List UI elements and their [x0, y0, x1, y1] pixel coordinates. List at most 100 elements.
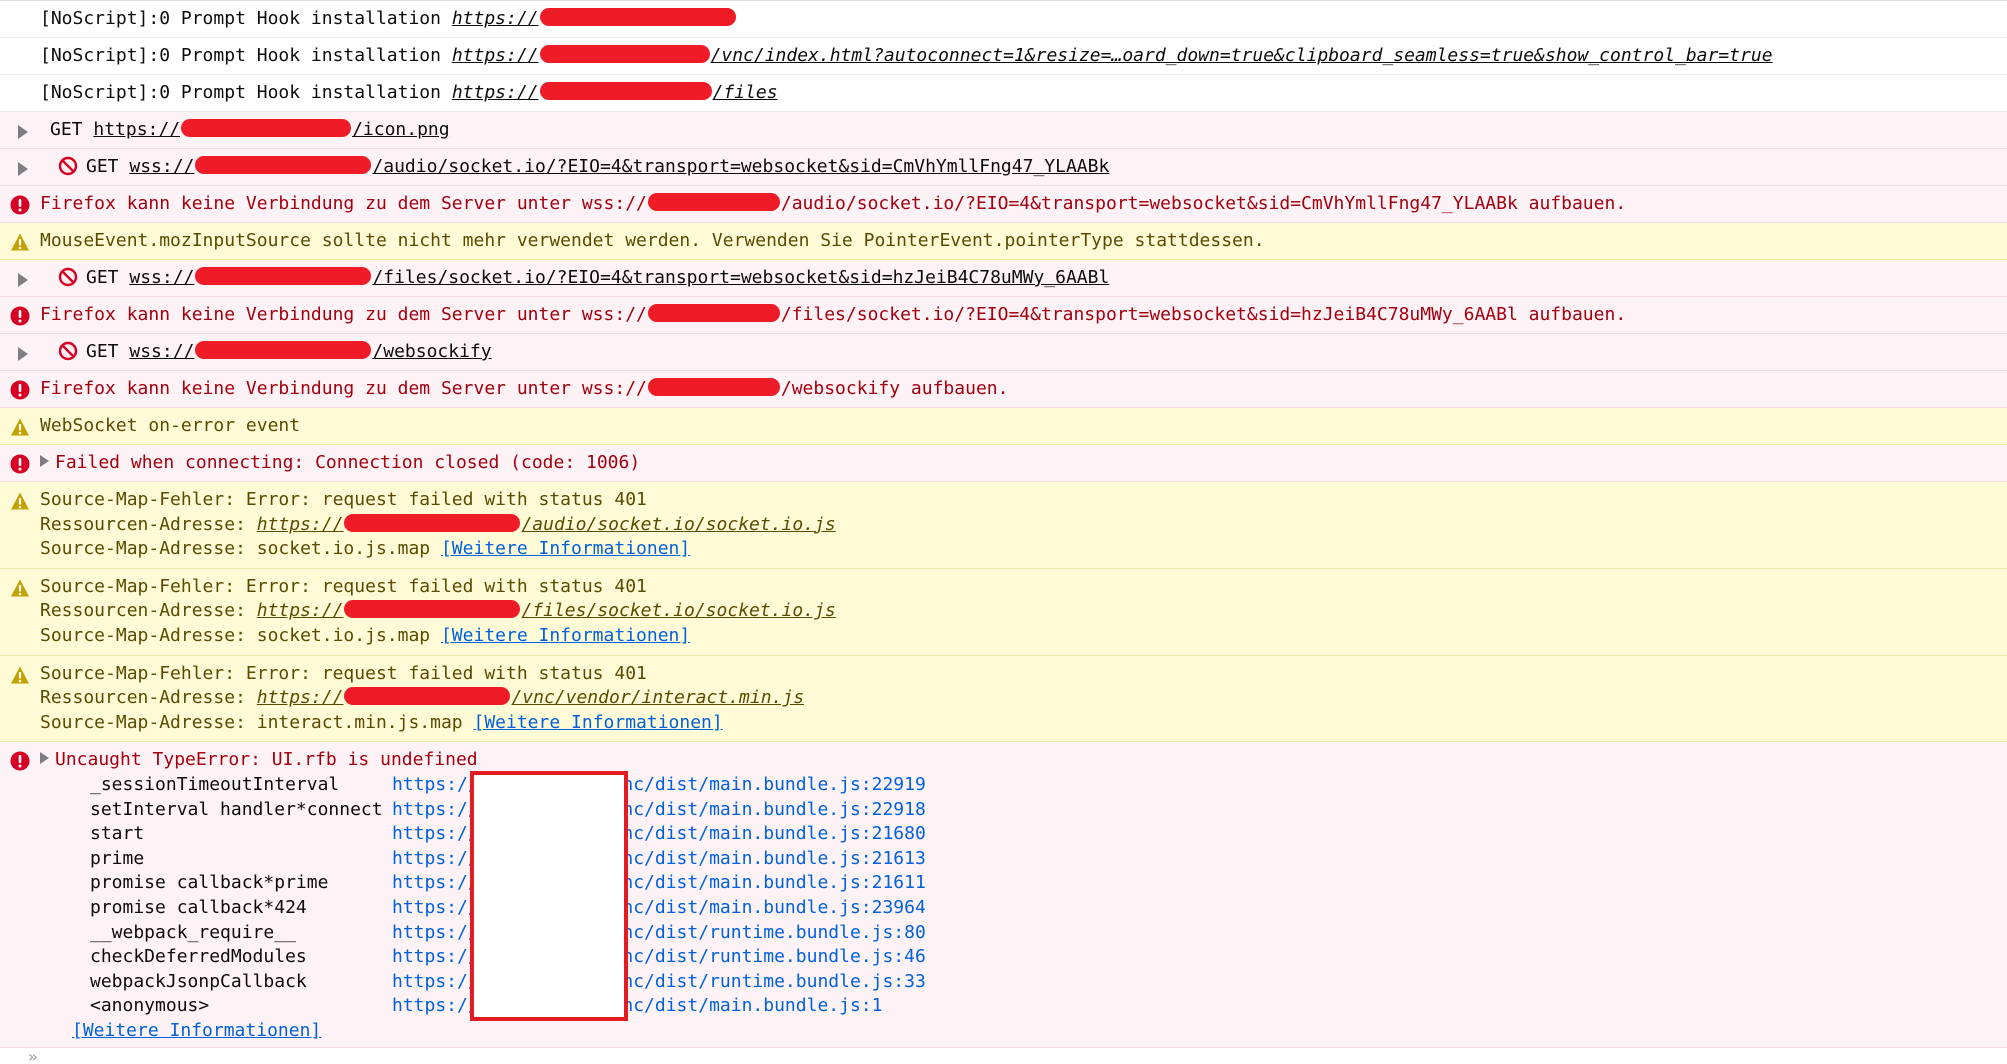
stack-frame[interactable]: __webpack_require__ https:// /vnc/dist/run… — [90, 921, 1997, 946]
error-text-suffix: /websockify aufbauen. — [780, 378, 1009, 399]
error-text-suffix: /files/socket.io/?EIO=4&transport=websoc… — [780, 304, 1627, 325]
url-suffix: /vnc/dist/main.bundle.js:23964 — [600, 896, 926, 918]
warning-text: MouseEvent.mozInputSource sollte nicht m… — [40, 230, 1265, 251]
url-suffix: /vnc/dist/runtime.bundle.js:33 — [600, 970, 926, 992]
url-prefix: https:// — [392, 946, 479, 968]
console-error-uncaught-typeerror[interactable]: Uncaught TypeError: UI.rfb is undefined … — [0, 742, 2007, 1049]
redaction-mark — [647, 378, 780, 396]
error-icon — [10, 306, 30, 326]
url-suffix: /vnc/dist/main.bundle.js:1 — [600, 995, 883, 1017]
request-url[interactable]: wss:// /websockify — [129, 341, 492, 362]
resource-url[interactable]: https:// /audio/socket.io/socket.io.js — [257, 513, 836, 535]
redaction-mark — [181, 119, 352, 137]
redaction-mark — [344, 513, 521, 532]
url-prefix: https:// — [256, 600, 344, 622]
warning-icon — [11, 418, 29, 436]
url-suffix: /audio/socket.io/socket.io.js — [521, 513, 836, 535]
request-method: GET — [86, 267, 119, 288]
stack-frame[interactable]: prime https:// /vnc/dist/main.bundle.js:21… — [90, 847, 1997, 872]
more-info-link[interactable]: [Weitere Informationen] — [72, 1020, 321, 1041]
more-info-link[interactable]: [Weitere Informationen] — [441, 538, 690, 559]
network-request-files-socket[interactable]: GET wss:// /files/socket.io/?EIO=4&transp… — [0, 260, 2007, 297]
redaction-mark — [344, 600, 521, 619]
console-log-noscript-2: [NoScript]:0 Prompt Hook installation ht… — [0, 38, 2007, 75]
console-output: [NoScript]:0 Prompt Hook installation ht… — [0, 0, 2007, 1064]
console-error-connection-closed[interactable]: Failed when connecting: Connection close… — [0, 445, 2007, 482]
console-log-noscript-3: [NoScript]:0 Prompt Hook installation ht… — [0, 75, 2007, 112]
stack-frame[interactable]: setInterval handler*connect https:// /vnc/… — [90, 798, 1997, 823]
more-info-link[interactable]: [Weitere Informationen] — [473, 712, 722, 733]
chevron-right-icon[interactable] — [18, 125, 28, 139]
url-prefix: https:// — [451, 45, 539, 66]
request-url[interactable]: wss:// /files/socket.io/?EIO=4&transport=… — [129, 267, 1109, 288]
url-suffix: /vnc/dist/main.bundle.js:21611 — [600, 872, 926, 894]
stack-frame[interactable]: _sessionTimeoutInterval https:// /vnc/dist… — [90, 773, 1997, 798]
error-text-suffix: /audio/socket.io/?EIO=4&transport=websoc… — [780, 193, 1627, 214]
frame-function: <anonymous> — [90, 995, 210, 1017]
resource-url[interactable]: https:// /files/socket.io/socket.io.js — [257, 600, 836, 621]
resource-url[interactable]: https:// /vnc/vendor/interact.min.js — [257, 687, 804, 708]
console-input-prompt[interactable]: » — [28, 1047, 38, 1064]
url-suffix: /websockify — [372, 341, 492, 362]
stack-frame[interactable]: checkDeferredModules https:// /vnc/dist/ru… — [90, 945, 1997, 970]
url-prefix: https:// — [392, 970, 479, 992]
stack-frame[interactable]: promise callback*424 https:// /vnc/dist/ma… — [90, 896, 1997, 921]
stack-frame[interactable]: <anonymous> https:// /vnc/dist/main.bundle… — [90, 994, 1997, 1019]
console-warning-websocket-error: WebSocket on-error event — [0, 408, 2007, 445]
chevron-right-icon[interactable] — [18, 273, 28, 287]
more-info-link[interactable]: [Weitere Informationen] — [441, 625, 690, 646]
stack-frame[interactable]: webpackJsonpCallback https:// /vnc/dist/ru… — [90, 970, 1997, 995]
redaction-mark — [344, 687, 511, 706]
url-prefix: https:// — [93, 119, 181, 140]
log-url[interactable]: https:// /vnc/index.html?autoconnect=1&re… — [452, 45, 1773, 66]
request-method: GET — [86, 156, 119, 177]
url-prefix: https:// — [451, 82, 539, 103]
console-error-audio-socket: Firefox kann keine Verbindung zu dem Ser… — [0, 186, 2007, 223]
blocked-icon — [58, 341, 78, 361]
warning-icon — [11, 579, 29, 597]
error-icon — [10, 380, 30, 400]
chevron-right-icon[interactable] — [18, 347, 28, 361]
console-error-websockify: Firefox kann keine Verbindung zu dem Ser… — [0, 371, 2007, 408]
network-request-icon[interactable]: GET https:// /icon.png — [0, 112, 2007, 149]
error-text: Uncaught TypeError: UI.rfb is undefined — [55, 749, 478, 771]
stack-frame[interactable]: start https:// /vnc/dist/main.bundle.js:21… — [90, 822, 1997, 847]
error-icon — [10, 751, 30, 771]
stack-frame[interactable]: promise callback*prime https:// /vnc/dist/… — [90, 871, 1997, 896]
frame-function: setInterval handler*connect — [90, 798, 383, 820]
error-text: Firefox kann keine Verbindung zu dem Ser… — [40, 304, 647, 325]
url-prefix: wss:// — [129, 267, 195, 288]
warning-icon — [11, 233, 29, 251]
url-suffix: /files/socket.io/?EIO=4&transport=websoc… — [372, 267, 1110, 288]
url-prefix: https:// — [392, 823, 479, 845]
url-suffix: /vnc/index.html?autoconnect=1&resize=…oa… — [710, 45, 1773, 66]
url-suffix: /icon.png — [352, 119, 450, 140]
console-log-noscript-1: [NoScript]:0 Prompt Hook installation ht… — [0, 1, 2007, 38]
redaction-mark — [539, 45, 710, 63]
url-suffix: /vnc/dist/runtime.bundle.js:80 — [600, 921, 926, 943]
network-request-websockify[interactable]: GET wss:// /websockify — [0, 334, 2007, 371]
warning-text: Source-Map-Fehler: Error: request failed… — [40, 662, 647, 684]
log-url[interactable]: https:// /files — [452, 82, 778, 103]
log-text: [NoScript]:0 Prompt Hook installation — [40, 45, 452, 66]
url-prefix: https:// — [392, 847, 479, 869]
request-url[interactable]: wss:// /audio/socket.io/?EIO=4&transport=… — [129, 156, 1109, 177]
blocked-icon — [58, 156, 78, 176]
frame-function: start — [90, 823, 145, 845]
frame-function: __webpack_require__ — [90, 921, 296, 943]
frame-location[interactable]: https:// /vnc/dist/main.bundle.js:1 — [392, 995, 882, 1016]
url-suffix: /vnc/dist/main.bundle.js:21613 — [600, 847, 926, 869]
network-request-audio-socket[interactable]: GET wss:// /audio/socket.io/?EIO=4&transp… — [0, 149, 2007, 186]
url-prefix: https:// — [392, 798, 479, 820]
error-icon — [10, 454, 30, 474]
frame-function: promise callback*prime — [90, 872, 329, 894]
log-url[interactable]: https:// — [452, 8, 737, 29]
chevron-right-icon[interactable] — [18, 162, 28, 176]
chevron-right-icon[interactable] — [40, 455, 49, 467]
console-warning-sourcemap-interact: Source-Map-Fehler: Error: request failed… — [0, 655, 2007, 743]
resource-label: Ressourcen-Adresse: — [40, 687, 257, 709]
redaction-mark — [195, 156, 372, 174]
chevron-right-icon[interactable] — [40, 752, 49, 765]
request-url[interactable]: https:// /icon.png — [93, 119, 450, 140]
blocked-icon — [58, 267, 78, 287]
